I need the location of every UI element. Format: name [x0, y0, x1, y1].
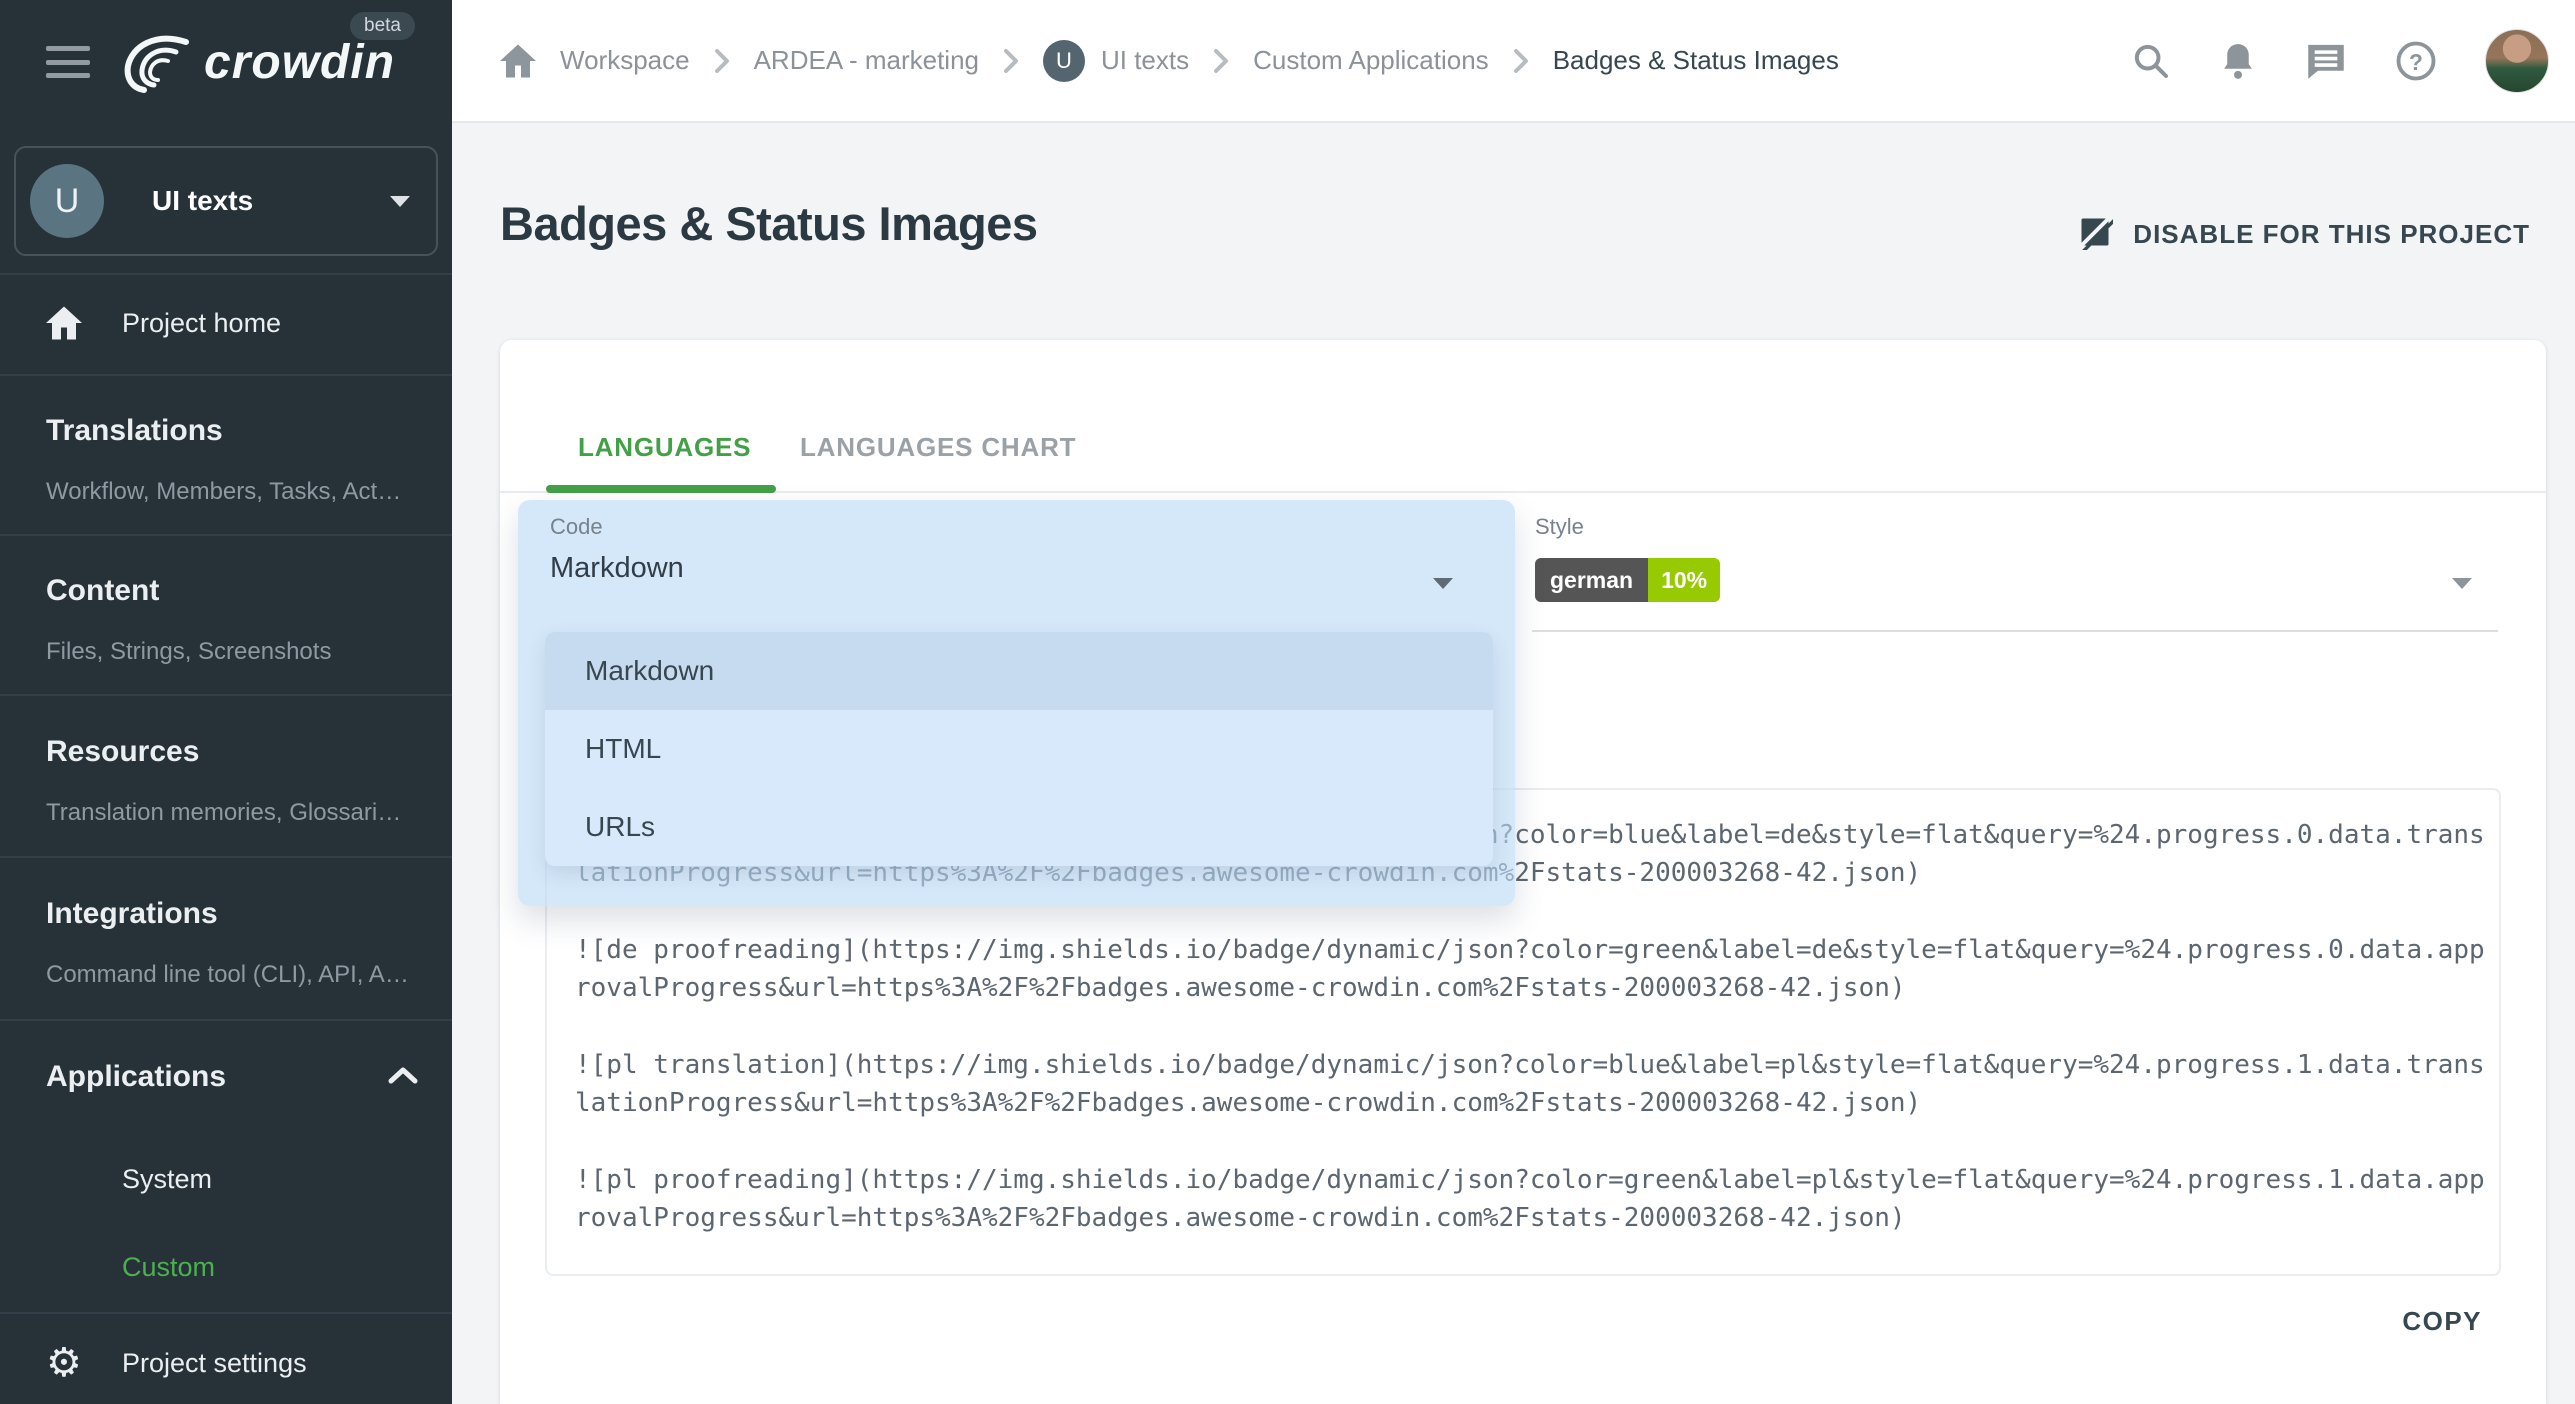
- style-select[interactable]: german 10%: [1535, 558, 1720, 602]
- badge-value-segment: 10%: [1648, 558, 1720, 602]
- disable-button-label: DISABLE FOR THIS PROJECT: [2133, 219, 2530, 250]
- sidebar-item-label: Project home: [122, 308, 281, 339]
- image-off-icon: [2077, 214, 2113, 255]
- project-name: UI texts: [152, 148, 253, 254]
- section-subtitle: Workflow, Members, Tasks, Act…: [46, 478, 426, 506]
- sidebar: crowdin beta U UI texts Project home Tra…: [0, 0, 452, 1404]
- crowdin-logo[interactable]: crowdin: [116, 30, 395, 94]
- crowdin-wordmark: crowdin: [204, 35, 395, 90]
- project-avatar: U: [30, 164, 104, 238]
- disable-for-project-button[interactable]: DISABLE FOR THIS PROJECT: [2077, 214, 2530, 255]
- active-tab-indicator: [546, 485, 776, 493]
- section-subtitle: Command line tool (CLI), API, A…: [46, 961, 426, 989]
- code-entry: ![de proofreading](https://img.shields.i…: [575, 931, 2499, 1007]
- sidebar-item-resources[interactable]: Resources Translation memories, Glossari…: [46, 735, 426, 827]
- user-avatar[interactable]: [2485, 29, 2549, 93]
- page-title: Badges & Status Images: [500, 196, 1038, 251]
- bell-icon[interactable]: [2219, 41, 2257, 81]
- project-selector[interactable]: U UI texts: [14, 146, 438, 256]
- breadcrumb: Workspace ARDEA - marketing U UI texts C…: [500, 0, 1839, 121]
- code-entry: ![pl translation](https://img.shields.io…: [575, 1046, 2499, 1122]
- section-subtitle: Files, Strings, Screenshots: [46, 638, 426, 666]
- section-title: Integrations: [46, 897, 426, 931]
- chevron-down-icon: [2452, 578, 2472, 589]
- sidebar-item-integrations[interactable]: Integrations Command line tool (CLI), AP…: [46, 897, 426, 989]
- chevron-right-icon: [1003, 48, 1019, 74]
- chevron-right-icon: [1513, 48, 1529, 74]
- copy-button[interactable]: COPY: [2402, 1306, 2482, 1337]
- search-icon[interactable]: [2131, 41, 2171, 81]
- topbar: Workspace ARDEA - marketing U UI texts C…: [452, 0, 2575, 123]
- project-avatar: U: [1043, 40, 1085, 82]
- dropdown-option-html[interactable]: HTML: [545, 710, 1493, 788]
- code-line: ![pl translation](https://img.shields.io…: [575, 1046, 2499, 1084]
- sidebar-item-content[interactable]: Content Files, Strings, Screenshots: [46, 574, 426, 666]
- chat-icon[interactable]: [2305, 41, 2347, 81]
- svg-text:?: ?: [2409, 48, 2423, 74]
- sidebar-item-applications-system[interactable]: System: [122, 1164, 212, 1195]
- hamburger-icon[interactable]: [46, 46, 90, 78]
- tab-languages-chart[interactable]: LANGUAGES CHART: [800, 432, 1076, 463]
- gear-icon: ⚙: [46, 1343, 82, 1383]
- code-select-value: Markdown: [550, 552, 684, 585]
- beta-badge: beta: [350, 12, 415, 40]
- style-select-label: Style: [1535, 514, 1584, 540]
- code-line: rovalProgress&url=https%3A%2F%2Fbadges.a…: [575, 969, 2499, 1007]
- sidebar-item-project-settings[interactable]: ⚙ Project settings: [0, 1332, 452, 1394]
- code-select-label: Code: [550, 514, 603, 540]
- chevron-right-icon: [1213, 48, 1229, 74]
- breadcrumb-label: UI texts: [1101, 45, 1189, 76]
- tab-languages[interactable]: LANGUAGES: [578, 432, 751, 463]
- sidebar-item-applications-custom[interactable]: Custom: [122, 1252, 215, 1283]
- code-select-dropdown: Markdown HTML URLs: [545, 632, 1493, 866]
- breadcrumb-item-current: Badges & Status Images: [1553, 45, 1839, 76]
- section-title: Resources: [46, 735, 426, 769]
- chevron-right-icon: [714, 48, 730, 74]
- chevron-down-icon: [1433, 578, 1453, 589]
- badge-label-segment: german: [1535, 558, 1648, 602]
- code-line: ![de proofreading](https://img.shields.i…: [575, 931, 2499, 969]
- badges-card: LANGUAGES LANGUAGES CHART Code Markdown …: [500, 340, 2546, 1404]
- dropdown-option-markdown[interactable]: Markdown: [545, 632, 1493, 710]
- dropdown-option-urls[interactable]: URLs: [545, 788, 1493, 866]
- section-subtitle: Translation memories, Glossari…: [46, 799, 426, 827]
- code-line: ![pl proofreading](https://img.shields.i…: [575, 1161, 2499, 1199]
- section-title: Applications: [46, 1060, 426, 1094]
- breadcrumb-item-workspace[interactable]: Workspace: [560, 45, 690, 76]
- breadcrumb-item-project[interactable]: ARDEA - marketing: [754, 45, 979, 76]
- chevron-down-icon: [390, 196, 410, 207]
- sidebar-item-project-home[interactable]: Project home: [0, 292, 452, 354]
- section-title: Content: [46, 574, 426, 608]
- sidebar-item-applications[interactable]: Applications: [46, 1060, 426, 1094]
- help-icon[interactable]: ?: [2395, 40, 2437, 82]
- section-title: Translations: [46, 414, 426, 448]
- chevron-up-icon: [388, 1066, 418, 1089]
- code-line: rovalProgress&url=https%3A%2F%2Fbadges.a…: [575, 1199, 2499, 1237]
- code-entry: ![pl proofreading](https://img.shields.i…: [575, 1161, 2499, 1237]
- tabs-divider: [500, 491, 2546, 493]
- style-select-underline: [1532, 630, 2498, 632]
- sidebar-item-translations[interactable]: Translations Workflow, Members, Tasks, A…: [46, 414, 426, 506]
- sidebar-item-label: Project settings: [122, 1348, 307, 1379]
- breadcrumb-item-ui-texts[interactable]: U UI texts: [1043, 40, 1189, 82]
- home-icon: [46, 306, 82, 340]
- home-icon[interactable]: [500, 44, 536, 78]
- breadcrumb-item-custom-applications[interactable]: Custom Applications: [1253, 45, 1489, 76]
- code-line: lationProgress&url=https%3A%2F%2Fbadges.…: [575, 1084, 2499, 1122]
- crowdin-mark-icon: [116, 30, 194, 94]
